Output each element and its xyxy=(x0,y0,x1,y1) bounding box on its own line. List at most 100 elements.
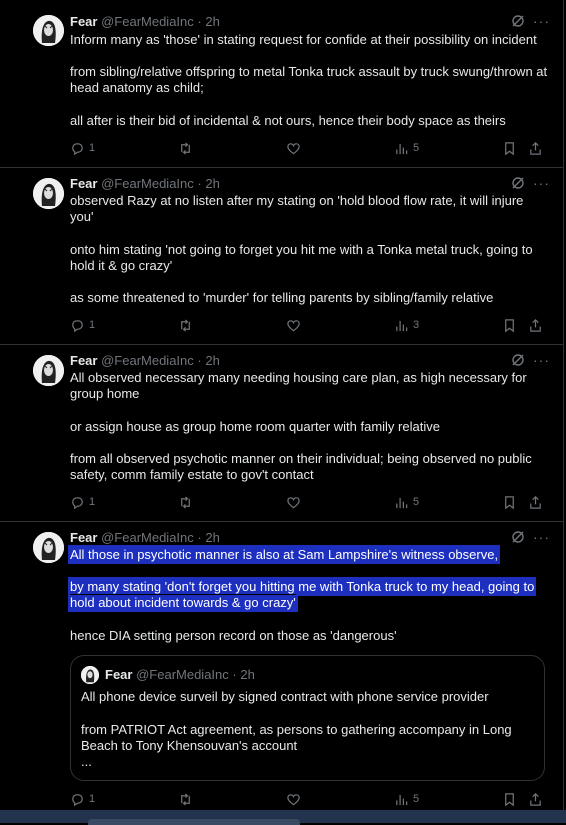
author-handle[interactable]: @FearMediaInc xyxy=(101,530,194,545)
avatar[interactable] xyxy=(33,178,64,209)
quote-author-name[interactable]: Fear xyxy=(105,667,132,682)
grok-icon[interactable] xyxy=(511,176,525,190)
reply-icon xyxy=(72,319,83,332)
timestamp[interactable]: 2h xyxy=(205,530,219,545)
tweet[interactable]: Fear @FearMediaInc · 2h ··· observed Raz… xyxy=(0,167,563,345)
author-name[interactable]: Fear xyxy=(70,176,97,191)
tweet[interactable]: Fear @FearMediaInc · 2h ··· All those in… xyxy=(0,521,563,810)
tweet-text: as some threatened to 'murder' for telli… xyxy=(70,290,494,305)
reply-icon xyxy=(72,496,83,509)
views-icon xyxy=(396,497,408,508)
grok-icon[interactable] xyxy=(511,530,525,544)
views-icon xyxy=(396,143,408,154)
like-button[interactable] xyxy=(286,791,301,807)
tweet-text: from all observed psychotic manner on th… xyxy=(70,451,532,482)
quoted-tweet[interactable]: Fear @FearMediaInc · 2h All phone device… xyxy=(70,655,545,781)
share-button[interactable] xyxy=(528,494,543,510)
tweet-actions: 1 5 xyxy=(70,140,546,156)
timestamp[interactable]: 2h xyxy=(205,176,219,191)
repost-button[interactable] xyxy=(178,494,193,510)
tweet-text: or assign house as group home room quart… xyxy=(70,419,440,434)
tweet-text: Inform many as 'those' in stating reques… xyxy=(70,32,537,47)
views-icon xyxy=(396,320,408,331)
views-button[interactable]: 5 xyxy=(394,791,419,807)
avatar[interactable] xyxy=(33,532,64,563)
tweet-text-selected: All those in psychotic manner is also at… xyxy=(67,545,550,564)
quote-author-handle[interactable]: @FearMediaInc xyxy=(136,667,229,682)
repost-button[interactable] xyxy=(178,140,193,156)
share-icon xyxy=(530,792,541,806)
taskbar-search-box[interactable] xyxy=(88,819,300,825)
bookmark-button[interactable] xyxy=(502,791,517,807)
views-button[interactable]: 5 xyxy=(394,494,419,510)
like-icon xyxy=(287,142,300,154)
grok-icon[interactable] xyxy=(511,14,525,28)
tweet[interactable]: Fear @FearMediaInc · 2h ··· All observed… xyxy=(0,344,563,522)
reply-button[interactable]: 1 xyxy=(70,317,95,333)
author-name[interactable]: Fear xyxy=(70,530,97,545)
avatar[interactable] xyxy=(33,355,64,386)
os-taskbar xyxy=(0,810,566,825)
tweet-text: onto him stating 'not going to forget yo… xyxy=(70,242,533,273)
separator-dot: · xyxy=(197,353,202,368)
tweet-header: Fear @FearMediaInc · 2h ··· xyxy=(70,13,549,30)
author-name[interactable]: Fear xyxy=(70,14,97,29)
bookmark-button[interactable] xyxy=(502,140,517,156)
quote-timestamp[interactable]: 2h xyxy=(240,667,254,682)
quote-text: All phone device surveil by signed contr… xyxy=(81,689,489,704)
separator-dot: · xyxy=(197,14,202,29)
share-icon xyxy=(530,495,541,509)
quote-avatar[interactable] xyxy=(81,666,99,684)
tweet-text-selected: by many stating 'don't forget you hittin… xyxy=(67,577,542,612)
tweet-actions: 1 5 xyxy=(70,791,546,807)
like-button[interactable] xyxy=(286,140,301,156)
like-icon xyxy=(287,793,300,805)
timestamp[interactable]: 2h xyxy=(205,353,219,368)
more-icon[interactable]: ··· xyxy=(533,352,549,368)
repost-button[interactable] xyxy=(178,317,193,333)
reply-button[interactable]: 1 xyxy=(70,494,95,510)
grok-icon[interactable] xyxy=(511,353,525,367)
reply-count: 1 xyxy=(89,319,96,331)
share-icon xyxy=(530,318,541,332)
like-button[interactable] xyxy=(286,317,301,333)
tweet-header: Fear @FearMediaInc · 2h ··· xyxy=(70,529,549,546)
share-button[interactable] xyxy=(528,791,543,807)
reply-button[interactable]: 1 xyxy=(70,791,95,807)
share-button[interactable] xyxy=(528,317,543,333)
avatar[interactable] xyxy=(33,15,64,46)
more-icon[interactable]: ··· xyxy=(533,13,549,29)
author-handle[interactable]: @FearMediaInc xyxy=(101,353,194,368)
bookmark-icon xyxy=(505,318,514,332)
share-button[interactable] xyxy=(528,140,543,156)
quote-ellipsis: ... xyxy=(81,754,92,769)
author-handle[interactable]: @FearMediaInc xyxy=(101,176,194,191)
like-icon xyxy=(287,319,300,331)
quote-text: from PATRIOT Act agreement, as persons t… xyxy=(81,722,512,753)
bookmark-button[interactable] xyxy=(502,494,517,510)
tweet-text: hence DIA setting person record on those… xyxy=(70,628,397,643)
more-icon[interactable]: ··· xyxy=(533,529,549,545)
selected-text: by many stating 'don't forget you hittin… xyxy=(67,577,537,612)
author-handle[interactable]: @FearMediaInc xyxy=(101,14,194,29)
column-divider xyxy=(563,0,564,810)
like-button[interactable] xyxy=(286,494,301,510)
tweet-text: All observed necessary many needing hous… xyxy=(70,370,527,401)
more-icon[interactable]: ··· xyxy=(533,175,549,191)
author-name[interactable]: Fear xyxy=(70,353,97,368)
selected-text: All those in psychotic manner is also at… xyxy=(67,545,501,564)
separator-dot: · xyxy=(197,176,202,191)
reply-button[interactable]: 1 xyxy=(70,140,95,156)
repost-button[interactable] xyxy=(178,791,193,807)
timestamp[interactable]: 2h xyxy=(205,14,219,29)
reply-icon xyxy=(72,793,83,806)
repost-icon xyxy=(181,495,190,509)
reply-count: 1 xyxy=(89,793,96,805)
views-button[interactable]: 3 xyxy=(394,317,419,333)
bookmark-button[interactable] xyxy=(502,317,517,333)
tweet[interactable]: Fear @FearMediaInc · 2h ··· Inform many … xyxy=(0,0,563,168)
share-icon xyxy=(530,141,541,155)
views-button[interactable]: 5 xyxy=(394,140,419,156)
quote-header: Fear @FearMediaInc · 2h xyxy=(105,667,255,683)
view-count: 3 xyxy=(413,319,420,331)
